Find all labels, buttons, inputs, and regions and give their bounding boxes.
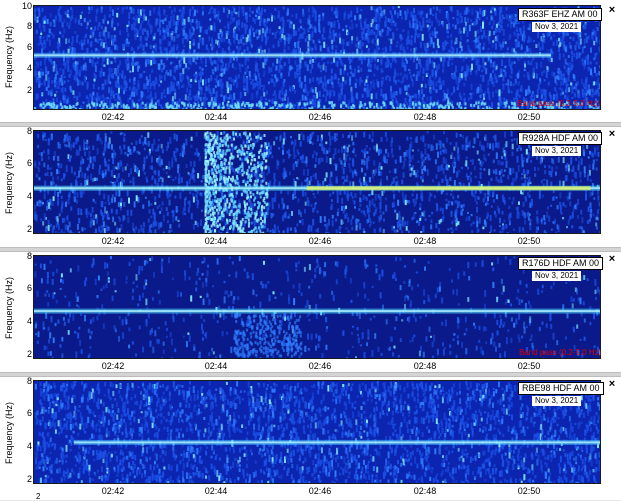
x-tick: 02:46: [300, 361, 340, 371]
close-icon[interactable]: ×: [606, 4, 618, 16]
close-icon[interactable]: ×: [606, 253, 618, 265]
date-label: Nov 3, 2021: [532, 146, 581, 156]
x-tick: 02:46: [300, 236, 340, 246]
y-tick: 8: [22, 127, 32, 136]
x-tick: 02:48: [405, 486, 445, 496]
close-icon[interactable]: ×: [606, 128, 618, 140]
y-axis-label: Frequency (Hz): [0, 381, 20, 485]
spectrogram-panel-2: Frequency (Hz) 8 6 4 2 R928A HDF AM 00 N…: [0, 127, 621, 247]
station-label: R928A HDF AM 00: [518, 132, 602, 145]
x-tick: 02:44: [196, 361, 236, 371]
y-tick: 4: [22, 192, 32, 201]
x-tick: 02:46: [300, 112, 340, 122]
y-tick: 2: [22, 225, 32, 234]
y-tick: 2: [22, 350, 32, 359]
y-axis-label: Frequency (Hz): [0, 4, 20, 109]
y-tick: 6: [22, 409, 32, 418]
spectrogram-plot[interactable]: [33, 380, 601, 484]
spectrogram-plot[interactable]: [33, 255, 601, 359]
station-label: R176D HDF AM 00: [518, 257, 603, 270]
y-tick: 6: [22, 159, 32, 168]
x-tick: 02:50: [509, 361, 549, 371]
y-tick: 10: [22, 2, 32, 11]
y-tick: 6: [22, 43, 32, 52]
y-tick: 2: [22, 86, 32, 95]
station-label: R363F EHZ AM 00: [518, 8, 602, 21]
spectrogram-panel-1: Frequency (Hz) 10 8 6 4 2 R363F EHZ AM 0…: [0, 0, 621, 122]
x-tick: 02:42: [93, 236, 133, 246]
x-tick: 02:42: [93, 361, 133, 371]
spectrogram-panel-4: Frequency (Hz) 8 6 4 2 RBE98 HDF AM 00 N…: [0, 377, 621, 500]
x-tick: 02:50: [509, 236, 549, 246]
y-tick: 4: [22, 317, 32, 326]
x-tick: 02:44: [196, 112, 236, 122]
spectrogram-image: [34, 6, 601, 110]
bandpass-label: Band pass (0.2-5.0 Hz): [519, 348, 601, 357]
x-tick: 02:48: [405, 236, 445, 246]
date-label: Nov 3, 2021: [532, 396, 581, 406]
x-tick: 02:44: [196, 486, 236, 496]
spectrogram-image: [34, 256, 601, 359]
spectrogram-image: [34, 381, 601, 484]
x-tick: 02:48: [405, 112, 445, 122]
spectrogram-plot[interactable]: [33, 130, 601, 234]
spectrogram-plot[interactable]: [33, 5, 601, 110]
y-tick: 4: [22, 442, 32, 451]
y-tick: 8: [22, 22, 32, 31]
spectrogram-image: [34, 131, 601, 234]
x-tick: 02:50: [509, 486, 549, 496]
x-tick: 02:44: [196, 236, 236, 246]
x-tick: 02:46: [300, 486, 340, 496]
spectrogram-panel-3: Frequency (Hz) 8 6 4 2 R176D HDF AM 00 N…: [0, 252, 621, 372]
date-label: Nov 3, 2021: [532, 22, 581, 32]
y-tick: 6: [22, 284, 32, 293]
x-tick: 02:42: [93, 112, 133, 122]
y-tick: 4: [22, 64, 32, 73]
y-tick: 2: [22, 475, 32, 484]
y-tick: 8: [22, 252, 32, 261]
y-axis-label: Frequency (Hz): [0, 131, 20, 235]
x-tick: 02:42: [93, 486, 133, 496]
close-icon[interactable]: ×: [606, 378, 618, 390]
x-tick: 02:48: [405, 361, 445, 371]
date-label: Nov 3, 2021: [532, 271, 581, 281]
bandpass-label: Band pass (0.2-5.0 Hz): [517, 99, 599, 108]
y-tick: 8: [22, 377, 32, 386]
station-label: RBE98 HDF AM 00: [518, 382, 604, 395]
x-tick: 02:50: [509, 112, 549, 122]
y-axis-label: Frequency (Hz): [0, 256, 20, 360]
